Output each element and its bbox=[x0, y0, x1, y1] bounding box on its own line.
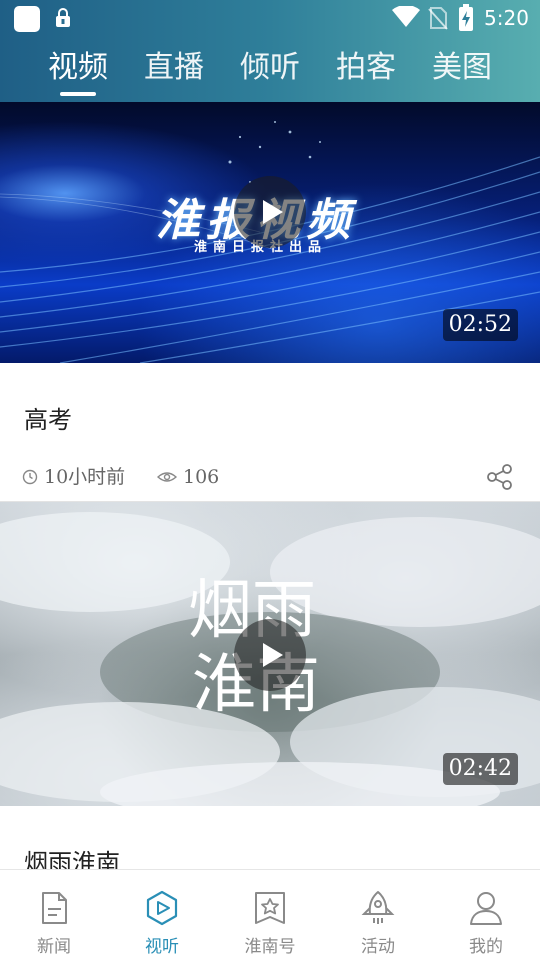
tab-gallery[interactable]: 美图 bbox=[430, 48, 494, 100]
tab-paike[interactable]: 拍客 bbox=[334, 48, 398, 100]
play-button[interactable] bbox=[234, 619, 306, 691]
nav-label: 我的 bbox=[469, 937, 503, 957]
bottom-navigation: 新闻 视听 淮南号 活动 我的 bbox=[0, 869, 540, 961]
nav-item-activities[interactable]: 活动 bbox=[324, 870, 432, 961]
wifi-icon bbox=[392, 6, 420, 27]
app-header: 5:20 视频 直播 倾听 拍客 美图 bbox=[0, 0, 540, 102]
no-sim-icon bbox=[428, 7, 448, 30]
nav-item-huainan-hao[interactable]: 淮南号 bbox=[216, 870, 324, 961]
nav-item-media[interactable]: 视听 bbox=[108, 870, 216, 961]
view-count-text: 106 bbox=[183, 466, 220, 488]
nav-label: 视听 bbox=[145, 937, 179, 957]
video-thumbnail[interactable]: 烟雨 淮南 02:42 bbox=[0, 502, 540, 806]
document-icon bbox=[42, 892, 67, 924]
tab-live[interactable]: 直播 bbox=[142, 48, 206, 100]
share-icon[interactable] bbox=[486, 463, 514, 491]
publish-time-text: 10小时前 bbox=[44, 466, 126, 488]
rocket-icon bbox=[361, 891, 395, 924]
video-duration: 02:42 bbox=[442, 753, 518, 785]
app-icon bbox=[14, 6, 40, 32]
nav-label: 淮南号 bbox=[244, 937, 296, 957]
status-bar: 5:20 bbox=[0, 0, 540, 36]
video-duration: 02:52 bbox=[442, 309, 518, 341]
active-tab-indicator bbox=[60, 92, 96, 96]
play-button[interactable] bbox=[234, 176, 306, 248]
clock-icon bbox=[22, 469, 38, 485]
person-icon bbox=[470, 892, 502, 925]
video-meta: 10小时前 106 bbox=[22, 463, 502, 491]
battery-charging-icon bbox=[459, 4, 473, 31]
nav-label: 新闻 bbox=[37, 937, 71, 957]
play-icon bbox=[263, 643, 283, 667]
lock-icon bbox=[56, 8, 70, 27]
tab-listen[interactable]: 倾听 bbox=[238, 48, 302, 100]
nav-item-profile[interactable]: 我的 bbox=[432, 870, 540, 961]
video-feed[interactable]: 淮报视频 淮南日报社出品 02:52 高考 10小时前 106 bbox=[0, 102, 540, 869]
nav-label: 活动 bbox=[361, 937, 395, 957]
video-title[interactable]: 烟雨淮南 bbox=[24, 847, 120, 869]
bookmark-star-icon bbox=[255, 892, 285, 924]
play-icon bbox=[263, 200, 283, 224]
status-time: 5:20 bbox=[484, 6, 529, 30]
play-hexagon-icon bbox=[146, 890, 178, 926]
eye-icon bbox=[157, 472, 177, 482]
nav-item-news[interactable]: 新闻 bbox=[0, 870, 108, 961]
video-thumbnail[interactable]: 淮报视频 淮南日报社出品 02:52 bbox=[0, 102, 540, 363]
video-title[interactable]: 高考 bbox=[24, 404, 72, 436]
